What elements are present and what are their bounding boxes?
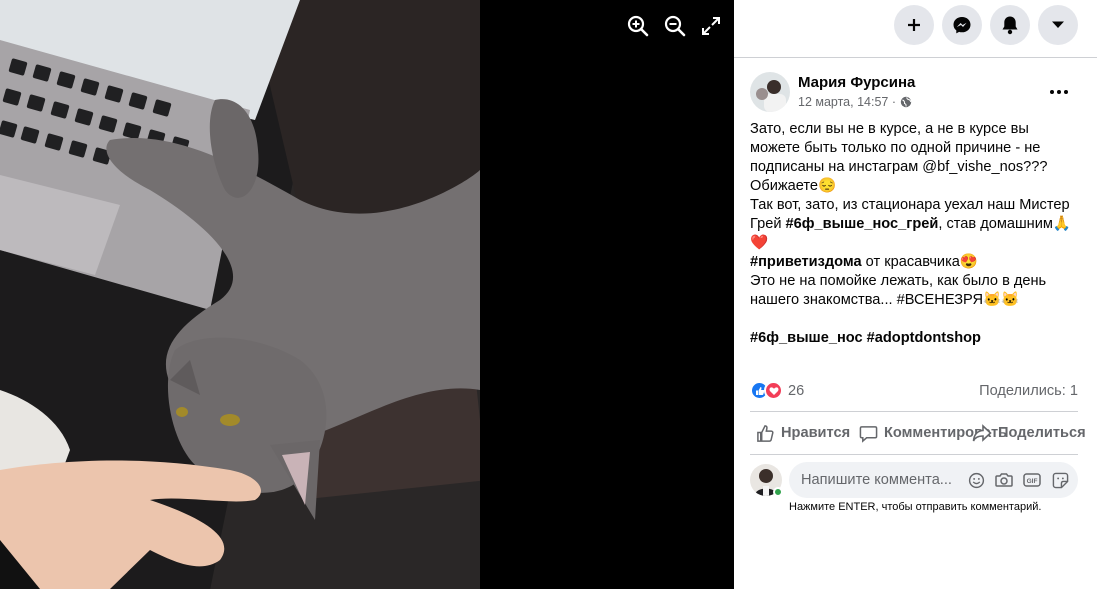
camera-icon[interactable]	[995, 471, 1013, 489]
like-button[interactable]: Нравится	[756, 423, 850, 443]
bell-icon[interactable]	[990, 5, 1030, 45]
messenger-icon[interactable]	[942, 5, 982, 45]
svg-text:GIF: GIF	[1027, 478, 1038, 485]
reaction-count[interactable]: 26	[788, 383, 804, 399]
thumbs-up-icon	[757, 424, 774, 442]
comment-placeholder: Напишите коммента...	[801, 472, 952, 488]
share-button[interactable]: Поделиться	[972, 423, 1086, 443]
post-line: Это не на помойке лежать, как было в ден…	[750, 273, 1047, 289]
divider	[750, 454, 1078, 455]
sticker-icon[interactable]	[1051, 471, 1069, 489]
photo-viewer	[0, 0, 734, 589]
divider	[750, 411, 1078, 412]
comment-input[interactable]: Напишите коммента... GIF	[789, 462, 1078, 498]
online-status-badge	[773, 487, 783, 497]
post-line: Так вот, зато, из стационара уехал наш М…	[750, 197, 1070, 213]
post-line: Обижаете😔	[750, 178, 837, 194]
smiley-icon[interactable]	[967, 471, 985, 489]
more-options-icon[interactable]	[1044, 80, 1074, 104]
like-label: Нравится	[781, 425, 851, 441]
post-line: Грей #6ф_выше_нос_грей, став домашним🙏	[750, 215, 1080, 234]
avatar[interactable]	[750, 72, 790, 112]
plus-icon[interactable]	[894, 5, 934, 45]
post-line: ❤️	[750, 235, 769, 251]
post-text-fragment: , став домашним🙏	[938, 216, 1072, 232]
header-divider	[734, 57, 1097, 58]
hashtag-link[interactable]: #6ф_выше_нос_грей	[786, 216, 939, 232]
post-line: можете быть только по одной причине - не	[750, 140, 1041, 156]
post-date-text[interactable]: 12 марта, 14:57 ·	[798, 95, 896, 109]
globe-icon	[900, 96, 912, 108]
gif-icon[interactable]: GIF	[1023, 471, 1041, 489]
post-date[interactable]: 12 марта, 14:57 ·	[798, 95, 912, 109]
post-line: нашего знакомства... #ВСЕНЕЗРЯ🐱🐱	[750, 292, 1020, 308]
post-text: Зато, если вы не в курсе, а не в курсе в…	[750, 120, 1080, 348]
hashtag-line[interactable]: #6ф_выше_нос #adoptdontshop	[750, 329, 1080, 348]
share-label: Поделиться	[998, 425, 1086, 441]
post-line: подписаны на инстаграм @bf_vishe_nos???	[750, 159, 1048, 175]
hashtag-link[interactable]: #приветиздома	[750, 254, 862, 270]
fullscreen-icon[interactable]	[697, 12, 725, 40]
shares-count[interactable]: Поделились: 1	[979, 383, 1078, 399]
post-text-fragment: от красавчика😍	[861, 254, 979, 270]
author-name[interactable]: Мария Фурсина	[798, 74, 915, 91]
enter-hint: Нажмите ENTER, чтобы отправить комментар…	[789, 501, 1042, 513]
comment-icon	[859, 425, 878, 443]
post-line: Зато, если вы не в курсе, а не в курсе в…	[750, 121, 1029, 137]
post-text-fragment: Грей	[750, 216, 782, 232]
zoom-out-icon[interactable]	[661, 12, 689, 40]
love-reaction-icon	[764, 381, 783, 400]
post-line: #приветиздома от красавчика😍	[750, 253, 1080, 272]
post-side-panel: Мария Фурсина 12 марта, 14:57 · Зато, ес…	[734, 0, 1097, 589]
zoom-in-icon[interactable]	[624, 12, 652, 40]
share-icon	[972, 423, 992, 442]
cat-photo	[0, 0, 480, 589]
reactions-summary[interactable]: 26	[750, 381, 804, 400]
caret-down-icon[interactable]	[1038, 5, 1078, 45]
